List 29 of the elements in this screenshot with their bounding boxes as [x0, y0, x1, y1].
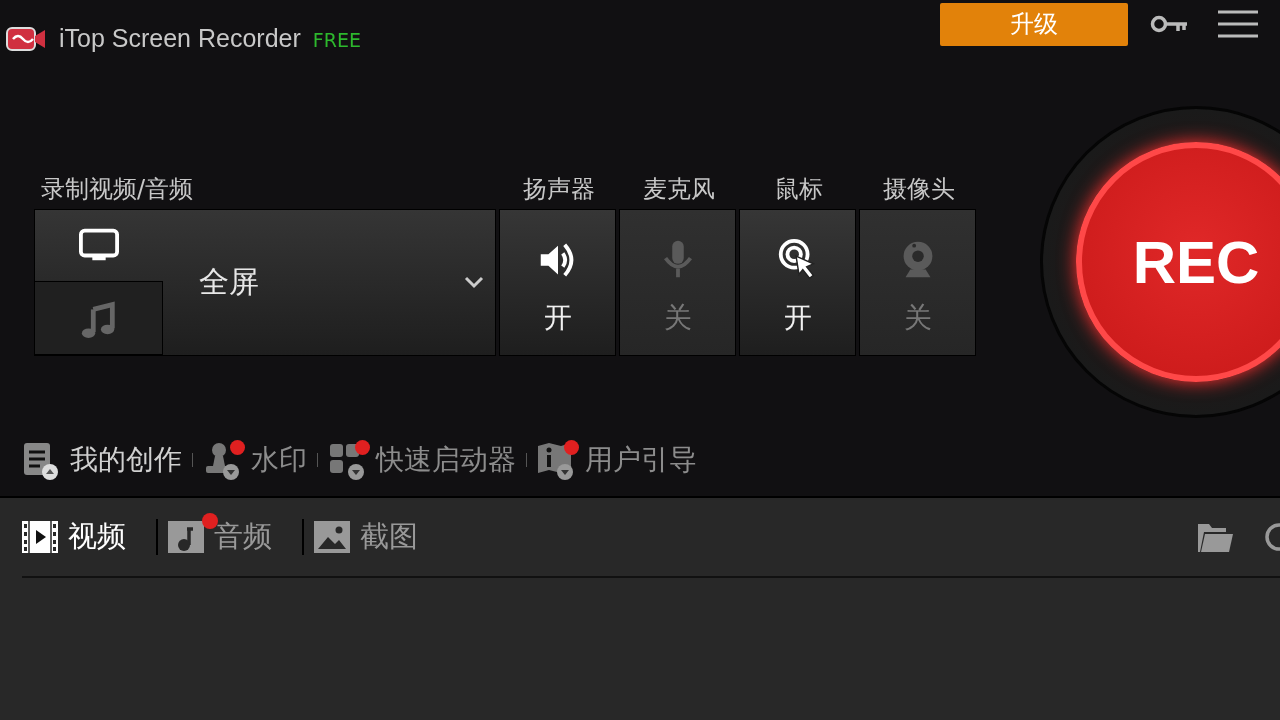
toolbar-tab[interactable]: 我的创作 [20, 440, 190, 480]
media-tab[interactable]: 截图 [314, 517, 428, 557]
info-book-icon [535, 440, 575, 480]
edition-label: FREE [312, 29, 361, 51]
film-strip-icon [22, 521, 58, 553]
media-tab[interactable]: 音频 [168, 517, 282, 557]
toolbar-tab[interactable]: 快速启动器 [326, 440, 524, 480]
media-tab[interactable]: 视频 [22, 517, 136, 557]
capture-mode-dropdown[interactable]: 全屏 [163, 209, 495, 355]
toggle-label: 鼠标 [774, 173, 824, 205]
toggle-button[interactable]: 关 [859, 208, 976, 356]
upgrade-button[interactable]: 升级 [940, 2, 1128, 46]
toggle-label: 扬声器 [522, 173, 596, 205]
chevron-down-icon [463, 274, 485, 290]
toolbar-tab[interactable]: 用户引导 [535, 440, 705, 480]
toolbar-tab[interactable]: 水印 [201, 440, 315, 480]
key-icon[interactable] [1150, 13, 1188, 35]
toggle-button[interactable]: 开 [739, 208, 856, 356]
app-title: iTop Screen Recorder [59, 23, 301, 53]
image-icon [314, 521, 350, 553]
toggle-label: 摄像头 [882, 173, 956, 205]
section-label: 录制视频/音频 [40, 173, 195, 205]
toggle-button[interactable]: 关 [619, 208, 736, 356]
camera-logo-icon [5, 24, 47, 54]
toggle-button[interactable]: 开 [499, 208, 616, 356]
record-button[interactable]: REC [1076, 142, 1280, 382]
music-note-icon [168, 521, 204, 553]
toggle-label: 麦克风 [642, 173, 716, 205]
menu-icon[interactable] [1218, 9, 1258, 39]
